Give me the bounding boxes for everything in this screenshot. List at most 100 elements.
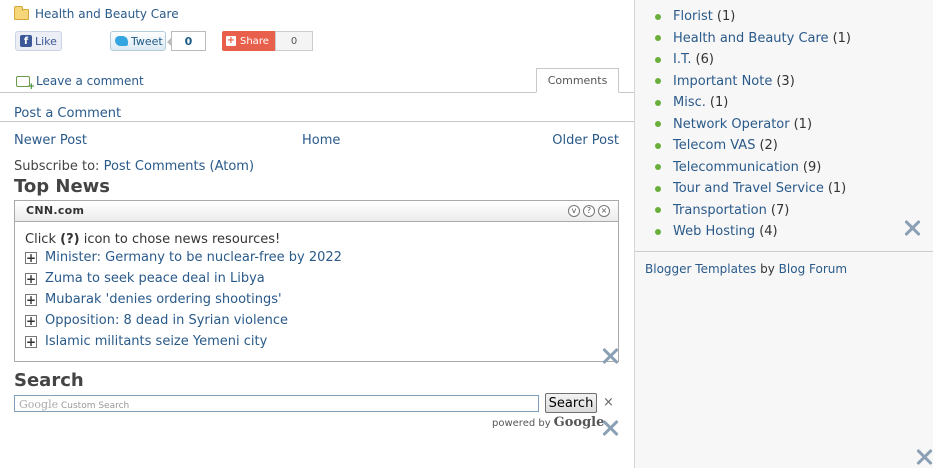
twitter-bird-icon: [115, 36, 128, 46]
close-icon[interactable]: ×: [598, 205, 610, 217]
chevron-down-icon[interactable]: v: [568, 205, 580, 217]
search-input[interactable]: Google Custom Search: [14, 395, 539, 412]
post-label-row: Health and Beauty Care: [14, 5, 179, 21]
label-link[interactable]: Telecommunication: [673, 160, 799, 175]
label-count: (7): [770, 202, 790, 218]
news-item-link[interactable]: Islamic militants seize Yemeni city: [45, 334, 267, 349]
news-list: + Minister: Germany to be nuclear-free b…: [25, 247, 342, 352]
label-link[interactable]: Telecom VAS: [673, 138, 755, 153]
google-logo-placeholder: Google: [19, 398, 59, 411]
expand-icon[interactable]: +: [25, 335, 37, 348]
expand-icon[interactable]: +: [25, 251, 37, 264]
tab-comments[interactable]: Comments: [536, 68, 619, 93]
post-a-comment-link[interactable]: Post a Comment: [14, 106, 121, 121]
share-button[interactable]: + Share: [222, 31, 275, 51]
label-count: (1): [716, 9, 736, 25]
folder-icon: [14, 5, 29, 20]
news-help-suffix: icon to chose news resources!: [83, 232, 281, 247]
comment-add-icon: [16, 75, 35, 92]
bullet-icon: [655, 78, 661, 85]
expand-icon[interactable]: +: [25, 272, 37, 285]
label-link[interactable]: Misc.: [673, 95, 706, 110]
label-link[interactable]: Important Note: [673, 74, 772, 89]
news-help-prefix: Click: [25, 232, 56, 247]
credits-line: Blogger Templates by Blog Forum: [645, 262, 847, 276]
search-placeholder: Custom Search: [60, 401, 130, 411]
news-help-text: Click (?) icon to chose news resources!: [25, 232, 280, 247]
label-link[interactable]: I.T.: [673, 52, 692, 67]
label-link[interactable]: Web Hosting: [673, 224, 755, 239]
label-item: Web Hosting (4): [655, 221, 851, 243]
news-item: + Opposition: 8 dead in Syrian violence: [25, 310, 342, 331]
label-item: Important Note (3): [655, 71, 851, 93]
label-count: (1): [827, 181, 847, 197]
search-button[interactable]: Search: [545, 393, 597, 413]
bullet-icon: [655, 228, 661, 235]
sidebar-divider: [635, 251, 933, 252]
bullet-icon: [655, 142, 661, 149]
expand-icon[interactable]: +: [25, 314, 37, 327]
news-item-link[interactable]: Mubarak 'denies ordering shootings': [45, 292, 282, 307]
bullet-icon: [655, 99, 661, 106]
bullet-icon: [655, 185, 661, 192]
help-icon[interactable]: ?: [583, 205, 595, 217]
label-item: I.T. (6): [655, 49, 851, 71]
tweet-button[interactable]: Tweet: [110, 31, 166, 51]
news-item-link[interactable]: Zuma to seek peace deal in Libya: [45, 271, 265, 286]
bullet-icon: [655, 35, 661, 42]
older-post-link[interactable]: Older Post: [552, 133, 619, 148]
news-item-link[interactable]: Opposition: 8 dead in Syrian violence: [45, 313, 288, 328]
clear-icon[interactable]: ×: [603, 395, 614, 410]
subscribe-prefix: Subscribe to:: [14, 159, 100, 174]
edit-tools-icon[interactable]: [914, 448, 933, 466]
label-link[interactable]: Health and Beauty Care: [673, 31, 829, 46]
label-item: Misc. (1): [655, 92, 851, 114]
edit-tools-icon[interactable]: [902, 219, 922, 237]
tweet-label: Tweet: [131, 34, 163, 48]
label-item: Telecommunication (9): [655, 157, 851, 179]
news-help-icon-label: (?): [60, 232, 80, 247]
newer-post-link[interactable]: Newer Post: [14, 133, 87, 148]
label-count: (1): [832, 30, 851, 46]
bullet-icon: [655, 56, 661, 63]
search-heading: Search: [14, 370, 84, 391]
news-item: + Mubarak 'denies ordering shootings': [25, 289, 342, 310]
label-item: Florist (1): [655, 6, 851, 28]
label-count: (4): [759, 224, 778, 240]
label-count: (1): [793, 116, 813, 132]
leave-comment-label[interactable]: Leave a comment: [36, 74, 144, 88]
news-item: + Minister: Germany to be nuclear-free b…: [25, 247, 342, 268]
edit-tools-icon[interactable]: [600, 419, 620, 437]
top-news-heading: Top News: [14, 176, 111, 197]
label-item: Telecom VAS (2): [655, 135, 851, 157]
news-item-link[interactable]: Minister: Germany to be nuclear-free by …: [45, 250, 342, 265]
news-widget: CNN.com v ? × Click (?) icon to chose ne…: [14, 200, 619, 362]
blogger-templates-link[interactable]: Blogger Templates: [645, 262, 756, 276]
subscribe-line: Subscribe to: Post Comments (Atom): [14, 159, 254, 174]
share-count: 0: [275, 31, 313, 51]
facebook-icon: f: [20, 35, 32, 47]
label-item: Tour and Travel Service (1): [655, 178, 851, 200]
share-buttons: f Like Tweet 0 + Share 0: [15, 31, 335, 52]
label-link[interactable]: Transportation: [673, 203, 767, 218]
expand-icon[interactable]: +: [25, 293, 37, 306]
news-item: + Islamic militants seize Yemeni city: [25, 331, 342, 352]
bullet-icon: [655, 207, 661, 214]
edit-tools-icon[interactable]: [600, 347, 620, 365]
facebook-like-button[interactable]: f Like: [15, 31, 62, 51]
label-link[interactable]: Tour and Travel Service: [673, 181, 824, 196]
leave-comment-link[interactable]: Leave a comment: [16, 74, 144, 92]
share-label: Share: [240, 35, 269, 47]
label-link[interactable]: Florist: [673, 9, 713, 24]
label-link[interactable]: Network Operator: [673, 117, 790, 132]
news-item: + Zuma to seek peace deal in Libya: [25, 268, 342, 289]
label-item: Network Operator (1): [655, 114, 851, 136]
post-comments-atom-link[interactable]: Post Comments (Atom): [104, 159, 254, 174]
plus-icon: +: [226, 35, 236, 46]
news-widget-header: CNN.com v ? ×: [15, 201, 618, 222]
divider: [0, 121, 634, 122]
label-link-health[interactable]: Health and Beauty Care: [35, 7, 179, 21]
label-count: (3): [776, 73, 795, 89]
blog-forum-link[interactable]: Blog Forum: [779, 262, 847, 276]
home-link[interactable]: Home: [302, 133, 340, 148]
